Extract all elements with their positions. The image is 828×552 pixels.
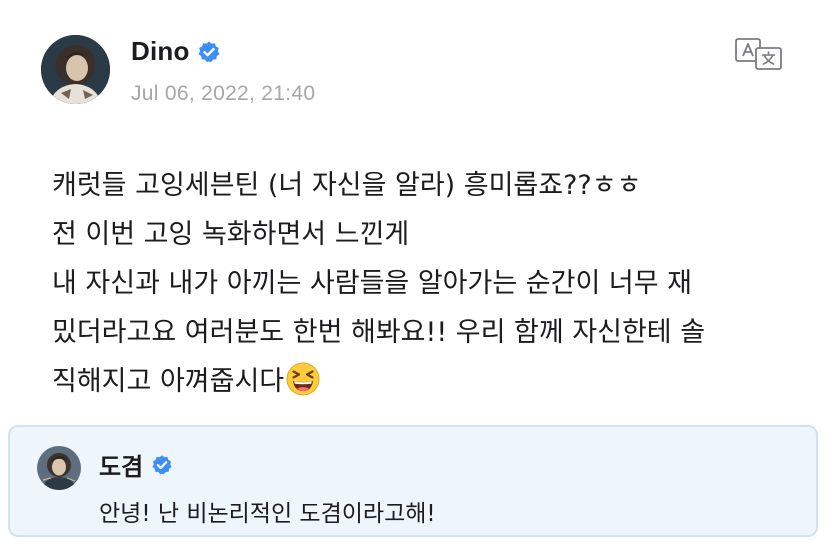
post-card: Dino Jul 06, 2022, 21:40 캐럿들 고잉세븐틴 (너 자신… — [0, 0, 828, 552]
verified-badge-icon — [151, 454, 173, 476]
post-body-line: 내 자신과 내가 아끼는 사람들을 알아가는 순간이 너무 재 — [52, 268, 692, 299]
reply-card[interactable]: 도겸 안녕! 난 비논리적인 도겸이라고해! — [8, 425, 818, 537]
author-row: Dino — [131, 36, 221, 67]
post-body-line: 전 이번 고잉 녹화하면서 느낀게 — [52, 219, 410, 250]
author-avatar[interactable] — [41, 35, 110, 104]
post-body-line: 밌더라고요 여러분도 한번 해봐요!! 우리 함께 자신한테 솔 — [52, 317, 706, 348]
post-body-line: 캐럿들 고잉세븐틴 (너 자신을 알라) 흥미롭죠??ㅎㅎ — [52, 170, 642, 201]
verified-badge-icon — [197, 40, 221, 64]
reply-author-name[interactable]: 도겸 — [99, 447, 143, 482]
author-name[interactable]: Dino — [131, 36, 190, 67]
reply-text: 안녕! 난 비논리적인 도겸이라고해! — [99, 501, 436, 527]
translate-button[interactable] — [734, 37, 784, 71]
reply-author-avatar-image — [37, 446, 81, 490]
author-avatar-image — [41, 35, 110, 104]
translate-icon — [735, 38, 782, 70]
post-body: 캐럿들 고잉세븐틴 (너 자신을 알라) 흥미롭죠??ㅎㅎ 전 이번 고잉 녹화… — [52, 161, 792, 406]
post-body-last-line: 직해지고 아껴줍시다 — [52, 357, 792, 406]
reply-author-row: 도겸 — [99, 447, 173, 482]
reply-author-avatar[interactable] — [37, 446, 81, 490]
grinning-squinting-face-icon — [286, 362, 320, 396]
post-timestamp: Jul 06, 2022, 21:40 — [131, 82, 316, 105]
post-body-line: 직해지고 아껴줍시다 — [52, 366, 285, 397]
